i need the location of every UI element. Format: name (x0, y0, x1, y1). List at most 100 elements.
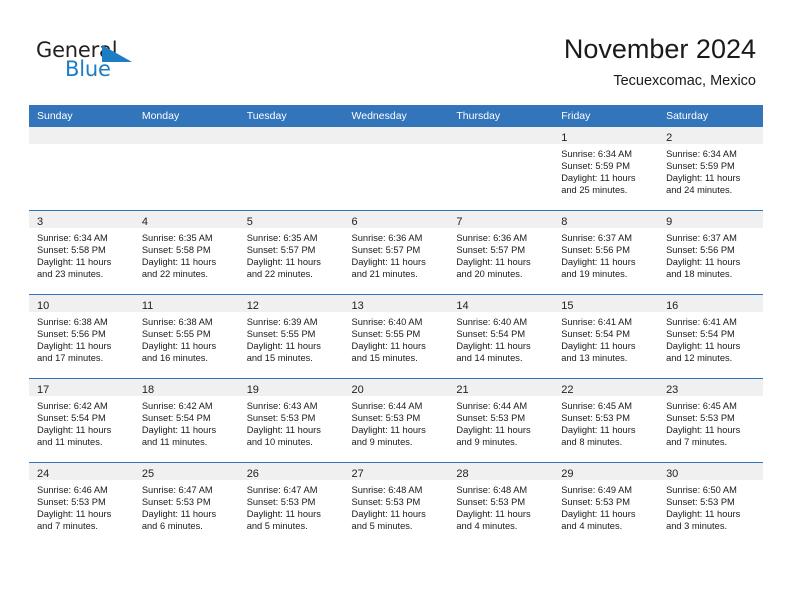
day-detail-line: Sunset: 5:54 PM (666, 328, 735, 339)
day-detail-line: Sunset: 5:57 PM (456, 244, 526, 255)
calendar-day-cell[interactable]: 26 Sunrise: 6:47 AM Sunset: 5:53 PM Dayligh… (238, 462, 344, 546)
day-cell-inner: 12 Sunrise: 6:39 AM Sunset: 5:55 PM Dayligh… (238, 295, 344, 378)
page-subtitle: Tecuexcomac, Mexico (613, 73, 756, 89)
day-cell-inner: 2 Sunrise: 6:34 AM Sunset: 5:59 PM Daylight… (658, 127, 763, 210)
calendar-day-cell[interactable]: 18 Sunrise: 6:42 AM Sunset: 5:54 PM Dayligh… (133, 378, 239, 463)
calendar-day-cell[interactable]: 13 Sunrise: 6:40 AM Sunset: 5:55 PM Dayligh… (343, 294, 449, 379)
page-title: November 2024 (563, 34, 756, 64)
day-detail-line: Sunrise: 6:35 AM (246, 233, 318, 243)
calendar-day-cell[interactable]: 19 Sunrise: 6:43 AM Sunset: 5:53 PM Dayligh… (238, 378, 344, 463)
calendar-week-row: 10 Sunrise: 6:38 AM Sunset: 5:56 PM Dayligh… (29, 294, 763, 379)
day-detail-line: Sunrise: 6:40 AM (351, 317, 423, 327)
weekday-header-friday: Friday (553, 105, 659, 127)
weekday-header-sunday: Sunday (29, 105, 134, 127)
day-number-strip: 26 (238, 463, 344, 480)
day-cell-inner: 4 Sunrise: 6:35 AM Sunset: 5:58 PM Daylight… (133, 211, 239, 294)
calendar-day-cell[interactable]: 5 Sunrise: 6:35 AM Sunset: 5:57 PM Daylight… (238, 210, 344, 295)
calendar-day-cell[interactable]: 1 Sunrise: 6:34 AM Sunset: 5:59 PM Daylight… (553, 127, 659, 211)
day-detail-line: Daylight: 11 hours (141, 256, 217, 267)
day-number: 17 (37, 384, 50, 396)
day-cell-inner (448, 127, 554, 210)
day-detail-line: Daylight: 11 hours (561, 256, 636, 267)
day-detail-line: Daylight: 11 hours (37, 424, 112, 435)
calendar-day-cell[interactable]: 4 Sunrise: 6:35 AM Sunset: 5:58 PM Daylight… (133, 210, 239, 295)
day-number-strip: 16 (658, 295, 763, 312)
day-number-strip: 14 (448, 295, 554, 312)
day-detail-line: Sunrise: 6:39 AM (246, 317, 318, 327)
day-number-strip: 1 (553, 127, 659, 144)
day-detail-line: and 12 minutes. (666, 352, 733, 363)
day-detail-line: Sunrise: 6:48 AM (456, 485, 528, 495)
calendar-day-cell[interactable]: 29 Sunrise: 6:49 AM Sunset: 5:53 PM Dayligh… (553, 462, 659, 546)
calendar-day-cell[interactable]: 8 Sunrise: 6:37 AM Sunset: 5:56 PM Daylight… (553, 210, 659, 295)
general-blue-logo[interactable]: General Blue (36, 38, 166, 86)
day-cell-inner (29, 127, 134, 210)
day-detail-line: Sunset: 5:56 PM (561, 244, 630, 255)
calendar-day-cell[interactable]: 22 Sunrise: 6:45 AM Sunset: 5:53 PM Dayligh… (553, 378, 659, 463)
day-detail-line: Sunset: 5:53 PM (351, 412, 421, 423)
day-cell-inner (238, 127, 344, 210)
day-number: 20 (351, 384, 364, 396)
day-number-strip: 20 (343, 379, 449, 396)
day-detail-line: Daylight: 11 hours (246, 340, 321, 351)
calendar-day-cell[interactable]: 17 Sunrise: 6:42 AM Sunset: 5:54 PM Dayligh… (29, 378, 134, 463)
day-cell-details: Sunrise: 6:50 AM Sunset: 5:53 PM Daylight:… (658, 480, 763, 533)
day-number-strip: 18 (133, 379, 239, 396)
day-detail-line: and 11 minutes. (141, 436, 208, 447)
day-number: 11 (141, 300, 154, 312)
calendar-day-cell[interactable]: 6 Sunrise: 6:36 AM Sunset: 5:57 PM Daylight… (343, 210, 449, 295)
day-detail-line: and 15 minutes. (351, 352, 418, 363)
day-number: 18 (141, 384, 155, 396)
calendar-day-cell-empty (343, 127, 449, 211)
day-detail-line: and 3 minutes. (666, 520, 728, 531)
day-number-strip: 4 (133, 211, 239, 228)
day-number-strip: 24 (29, 463, 134, 480)
calendar-day-cell[interactable]: 24 Sunrise: 6:46 AM Sunset: 5:53 PM Dayligh… (29, 462, 134, 546)
day-detail-line: Daylight: 11 hours (246, 256, 321, 267)
day-detail-line: Daylight: 11 hours (456, 256, 531, 267)
calendar-day-cell[interactable]: 20 Sunrise: 6:44 AM Sunset: 5:53 PM Dayligh… (343, 378, 449, 463)
calendar-day-cell[interactable]: 21 Sunrise: 6:44 AM Sunset: 5:53 PM Dayligh… (448, 378, 554, 463)
day-number: 12 (246, 300, 259, 312)
calendar-day-cell[interactable]: 16 Sunrise: 6:41 AM Sunset: 5:54 PM Dayligh… (658, 294, 763, 379)
weekday-header-saturday: Saturday (658, 105, 763, 127)
day-cell-inner: 28 Sunrise: 6:48 AM Sunset: 5:53 PM Dayligh… (448, 463, 554, 546)
calendar-day-cell[interactable]: 28 Sunrise: 6:48 AM Sunset: 5:53 PM Dayligh… (448, 462, 554, 546)
day-number-strip: 17 (29, 379, 134, 396)
day-detail-line: Daylight: 11 hours (456, 340, 531, 351)
day-detail-line: Sunset: 5:56 PM (37, 328, 106, 339)
calendar-day-cell[interactable]: 10 Sunrise: 6:38 AM Sunset: 5:56 PM Dayligh… (29, 294, 134, 379)
day-detail-line: Sunrise: 6:35 AM (141, 233, 213, 243)
calendar-day-cell[interactable]: 23 Sunrise: 6:45 AM Sunset: 5:53 PM Dayligh… (658, 378, 763, 463)
day-detail-line: Sunrise: 6:48 AM (351, 485, 423, 495)
day-number: 9 (666, 216, 673, 228)
day-number-strip: 19 (238, 379, 344, 396)
day-detail-line: Sunset: 5:53 PM (246, 412, 316, 423)
calendar-day-cell[interactable]: 7 Sunrise: 6:36 AM Sunset: 5:57 PM Daylight… (448, 210, 554, 295)
day-detail-line: and 21 minutes. (351, 268, 418, 279)
day-number-strip: 12 (238, 295, 344, 312)
calendar-day-cell[interactable]: 2 Sunrise: 6:34 AM Sunset: 5:59 PM Daylight… (658, 127, 763, 211)
calendar-day-cell[interactable]: 3 Sunrise: 6:34 AM Sunset: 5:58 PM Daylight… (29, 210, 134, 295)
day-detail-line: Sunrise: 6:47 AM (141, 485, 213, 495)
day-cell-details: Sunrise: 6:36 AM Sunset: 5:57 PM Daylight:… (344, 228, 449, 281)
day-cell-inner: 11 Sunrise: 6:38 AM Sunset: 5:55 PM Dayligh… (133, 295, 239, 378)
calendar-day-cell[interactable]: 11 Sunrise: 6:38 AM Sunset: 5:55 PM Dayligh… (133, 294, 239, 379)
day-cell-inner: 13 Sunrise: 6:40 AM Sunset: 5:55 PM Dayligh… (343, 295, 449, 378)
calendar-day-cell[interactable]: 27 Sunrise: 6:48 AM Sunset: 5:53 PM Dayligh… (343, 462, 449, 546)
calendar-day-cell[interactable]: 15 Sunrise: 6:41 AM Sunset: 5:54 PM Dayligh… (553, 294, 659, 379)
day-number: 26 (246, 468, 259, 480)
calendar-day-cell[interactable]: 30 Sunrise: 6:50 AM Sunset: 5:53 PM Dayligh… (658, 462, 763, 546)
calendar-day-cell-empty (448, 127, 554, 211)
day-detail-line: and 5 minutes. (246, 520, 308, 531)
day-number-strip: 28 (448, 463, 554, 480)
day-number-strip: 30 (658, 463, 763, 480)
calendar-day-cell[interactable]: 12 Sunrise: 6:39 AM Sunset: 5:55 PM Dayligh… (238, 294, 344, 379)
day-detail-line: and 24 minutes. (666, 184, 733, 195)
calendar-day-cell[interactable]: 25 Sunrise: 6:47 AM Sunset: 5:53 PM Dayligh… (133, 462, 239, 546)
day-detail-line: Sunrise: 6:41 AM (561, 317, 633, 327)
calendar-day-cell[interactable]: 14 Sunrise: 6:40 AM Sunset: 5:54 PM Dayligh… (448, 294, 554, 379)
calendar-day-cell[interactable]: 9 Sunrise: 6:37 AM Sunset: 5:56 PM Daylight… (658, 210, 763, 295)
day-cell-inner (133, 127, 239, 210)
day-detail-line: Daylight: 11 hours (666, 172, 741, 183)
